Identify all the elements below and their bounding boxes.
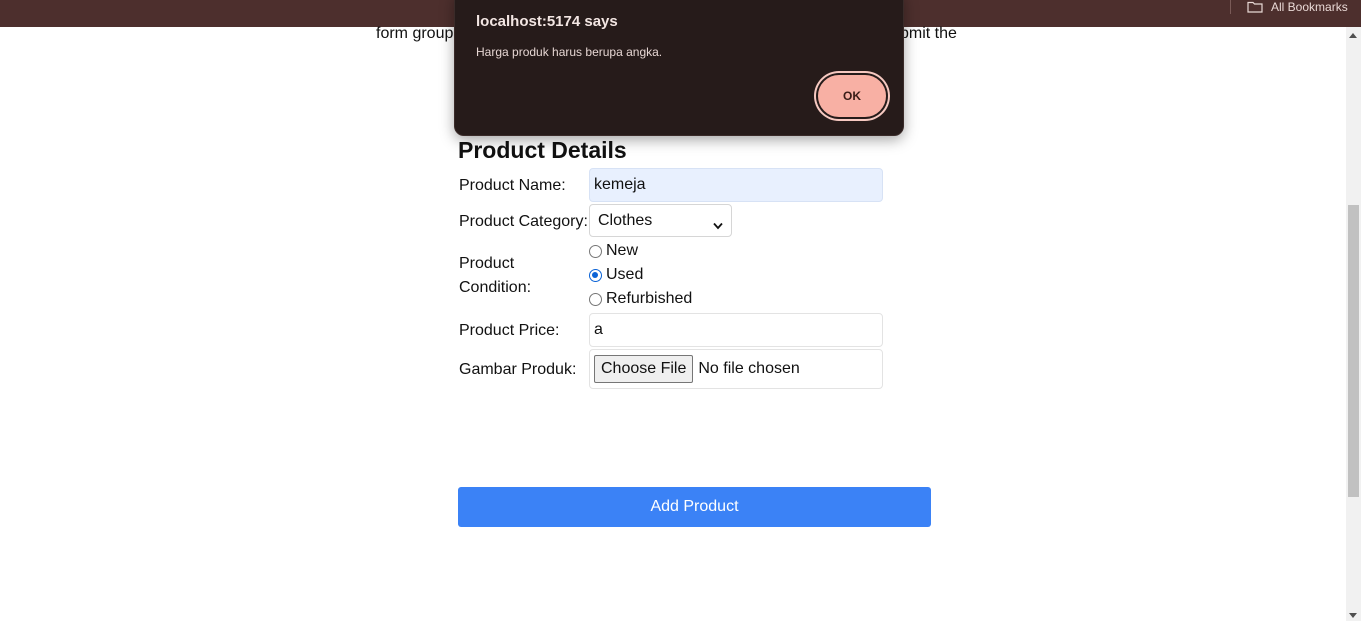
product-price-label: Product Price: [459,322,560,339]
radio-new[interactable] [589,244,602,258]
scroll-thumb[interactable] [1348,205,1359,497]
section-title: Product Details [458,137,627,163]
dialog-message: Harga produk harus berupa angka. [476,45,663,59]
product-image-label: Gambar Produk: [459,361,577,378]
condition-option-refurbished[interactable]: Refurbished [589,289,692,309]
product-category-value: Clothes [598,211,653,229]
all-bookmarks-label: All Bookmarks [1271,0,1348,14]
choose-file-button[interactable]: Choose File [594,355,694,383]
intro-text-left: form group [376,25,454,42]
product-condition-label-line2: Condition: [459,279,532,296]
product-condition-label-line1: Product [459,255,515,272]
alert-dialog: localhost:5174 says Harga produk harus b… [454,0,904,136]
radio-refurbished[interactable] [589,292,602,306]
radio-used[interactable] [589,268,602,282]
product-category-label: Product Category: [459,213,588,230]
scroll-up-arrow-icon[interactable] [1349,33,1357,38]
scroll-down-arrow-icon[interactable] [1349,613,1357,618]
file-status: No file chosen [698,360,800,377]
condition-option-label: Refurbished [606,290,693,307]
folder-icon [1247,1,1263,13]
product-image-file-input[interactable]: Choose File No file chosen [589,349,883,389]
chevron-down-icon [713,217,723,229]
product-price-input[interactable] [589,313,883,347]
product-name-input[interactable] [589,168,883,202]
condition-option-label: Used [606,266,644,283]
intro-text-right: bmit the [900,25,957,42]
dialog-title: localhost:5174 says [476,13,618,30]
page-scrollbar[interactable] [1346,27,1361,621]
product-category-select[interactable]: Clothes [589,204,732,237]
condition-option-used[interactable]: Used [589,265,643,285]
product-name-label: Product Name: [459,177,566,194]
ok-button[interactable]: OK [818,75,886,117]
condition-option-new[interactable]: New [589,241,638,261]
bookmarks-separator [1230,0,1231,14]
all-bookmarks-button[interactable]: All Bookmarks [1247,0,1348,14]
condition-option-label: New [606,242,639,259]
add-product-button[interactable]: Add Product [458,487,931,527]
